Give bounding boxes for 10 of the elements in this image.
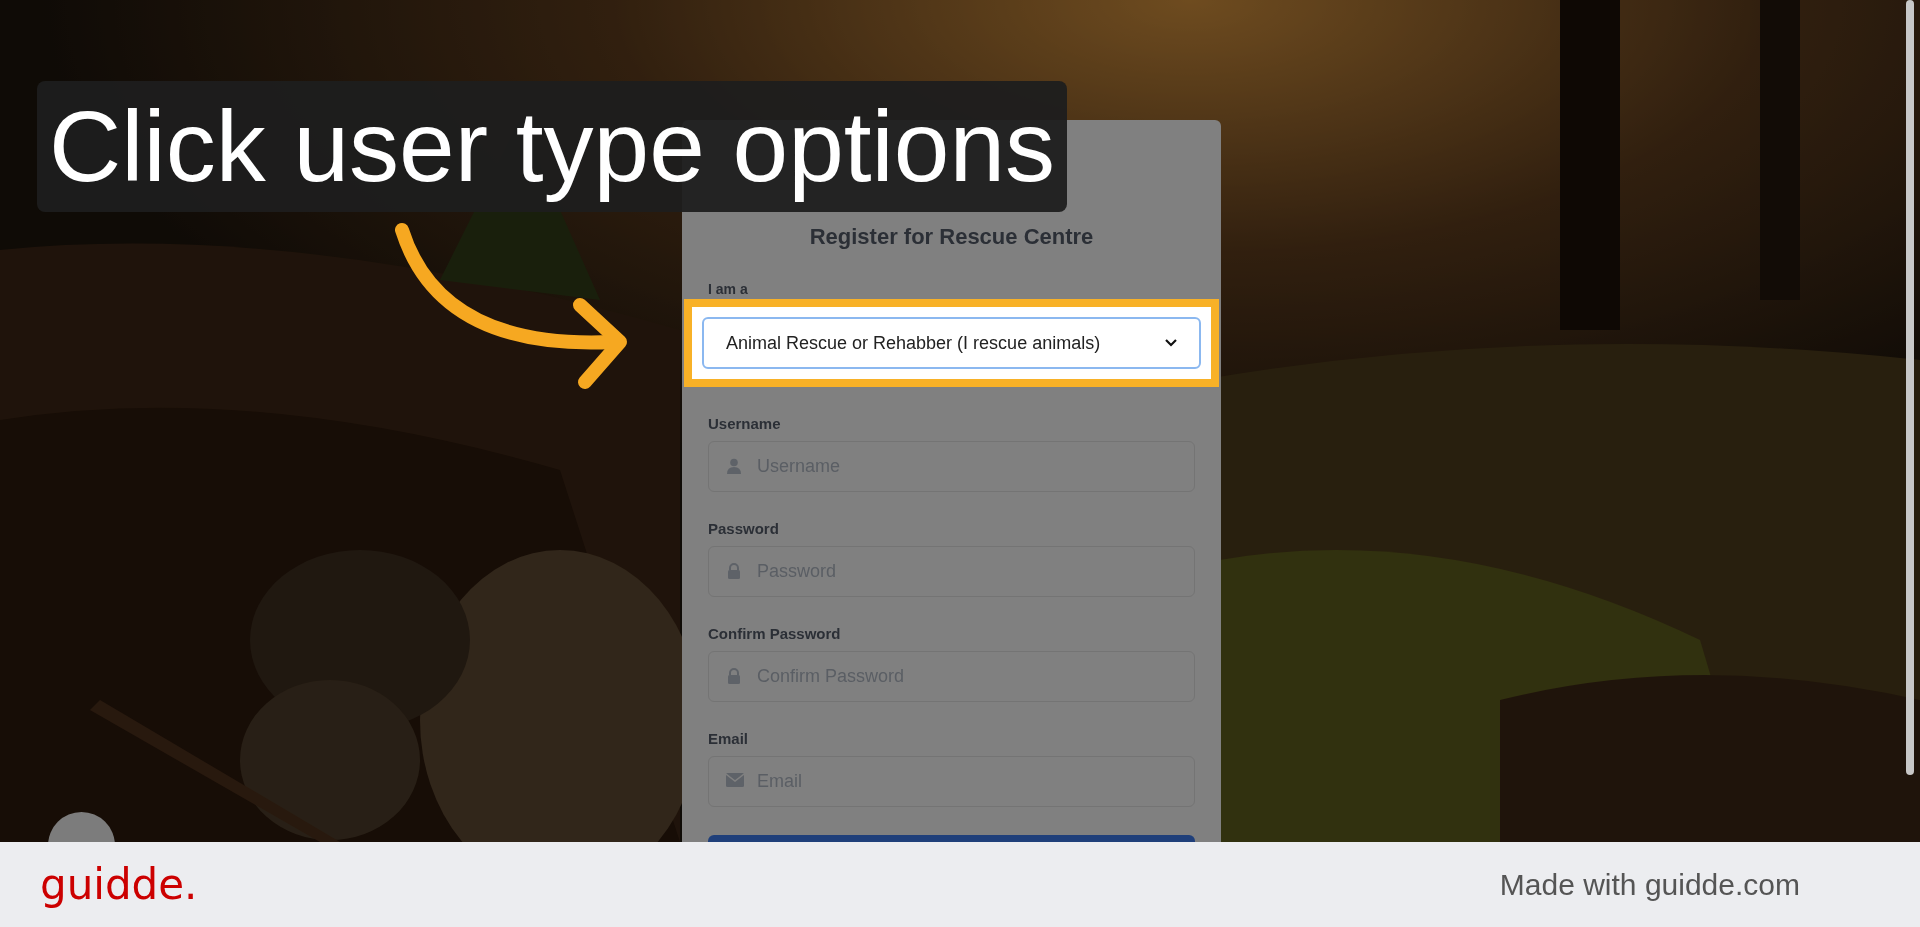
caption-banner: Click user type options [37, 81, 1067, 212]
credit-text: Made with guidde.com [1499, 867, 1800, 903]
logo[interactable]: guidde. [40, 853, 198, 916]
field-label: Email [708, 729, 750, 749]
field-label: I am a [708, 281, 749, 297]
form-title: Register for Rescue Centre [808, 223, 1095, 251]
field-label: Confirm Password [708, 624, 842, 644]
field-label: Username [708, 414, 782, 434]
user-type-dropdown[interactable]: Animal Rescue or Rehabber (I rescue animals) [702, 317, 1201, 369]
field-label: Password [708, 519, 780, 539]
